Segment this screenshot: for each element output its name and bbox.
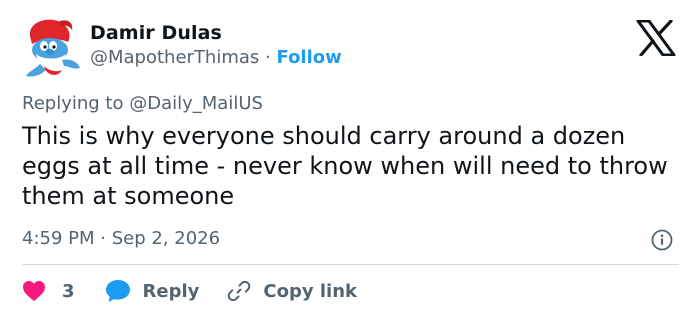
tweet-timestamp[interactable]: 4:59 PM · Sep 2, 2026 bbox=[22, 228, 220, 249]
speech-bubble-icon bbox=[105, 280, 130, 302]
reply-label: Reply bbox=[142, 280, 200, 302]
author-handle[interactable]: @MapotherThimas bbox=[90, 47, 259, 68]
reply-context-prefix: Replying to bbox=[22, 93, 124, 114]
like-count: 3 bbox=[62, 280, 75, 302]
tweet-text: This is why everyone should carry around… bbox=[22, 122, 668, 210]
reply-button[interactable]: Reply bbox=[105, 279, 228, 303]
info-icon[interactable] bbox=[651, 229, 673, 251]
author-display-name[interactable]: Damir Dulas bbox=[90, 22, 222, 44]
reply-context-target[interactable]: @Daily_MailUS bbox=[129, 93, 263, 114]
smurf-avatar-icon[interactable] bbox=[20, 14, 84, 82]
action-bar: 3 Reply Copy link bbox=[22, 277, 357, 305]
like-button[interactable]: 3 bbox=[22, 280, 105, 302]
divider bbox=[22, 264, 679, 265]
x-logo-icon[interactable] bbox=[636, 19, 676, 57]
follow-button[interactable]: Follow bbox=[277, 47, 342, 68]
handle-separator: · bbox=[265, 47, 271, 68]
tweet-card: Damir Dulas @MapotherThimas · Follow Rep… bbox=[0, 0, 700, 318]
link-icon bbox=[228, 280, 251, 302]
reply-context: Replying to @Daily_MailUS bbox=[22, 93, 263, 114]
copy-link-label: Copy link bbox=[263, 280, 357, 302]
heart-icon bbox=[23, 281, 45, 301]
copy-link-button[interactable]: Copy link bbox=[227, 279, 357, 303]
author-handle-row: @MapotherThimas · Follow bbox=[90, 47, 342, 68]
